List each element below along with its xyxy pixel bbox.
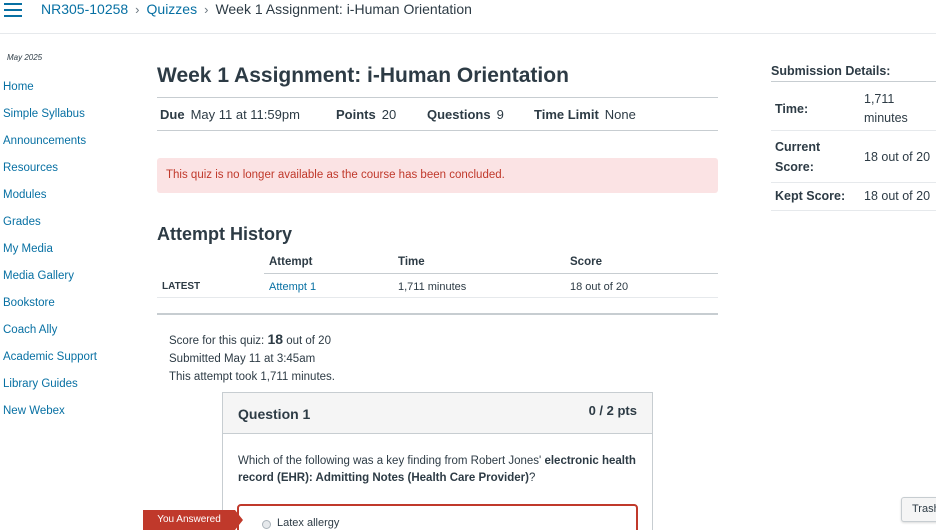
nav-item-modules[interactable]: Modules [3,187,97,214]
course-nav: Home Simple Syllabus Announcements Resou… [3,79,97,430]
attempt-1-link[interactable]: Attempt 1 [269,281,316,293]
question-text-end: ? [528,472,536,484]
kept-score-row: Kept Score: 18 out of 20 [771,183,936,211]
nav-item-coach-ally[interactable]: Coach Ally [3,322,97,349]
question-title: Question 1 [238,406,311,422]
breadcrumb-quizzes-link[interactable]: Quizzes [147,1,198,17]
questions-value: 9 [496,107,504,122]
nav-item-academic-support[interactable]: Academic Support [3,349,97,376]
attempt-time: 1,711 minutes [398,281,467,293]
nav-item-resources[interactable]: Resources [3,160,97,187]
points-label: Points [336,107,376,122]
quiz-summary: Score for this quiz: 18 out of 20 Submit… [169,330,335,386]
question-points: 0 / 2 pts [588,403,637,418]
time-limit-label: Time Limit [534,107,599,122]
attempt-score: 18 out of 20 [570,281,629,293]
question-card: Question 1 0 / 2 pts Which of the follow… [222,392,653,530]
submission-time-row: Time: 1,711 minutes [771,89,936,131]
nav-item-announcements[interactable]: Announcements [3,133,97,160]
question-text: Which of the following was a key finding… [238,453,643,487]
time-limit-value: None [604,107,636,122]
term-label: May 2025 [7,53,43,62]
question-text-plain: Which of the following was a key finding… [238,455,542,467]
due-label: Due [160,107,185,122]
submitted-line: Submitted May 11 at 3:45am [169,353,316,365]
nav-item-bookstore[interactable]: Bookstore [3,295,97,322]
questions-info: Questions 9 [427,107,504,122]
current-score-value: 18 out of 20 [864,150,931,164]
quiz-unavailable-alert: This quiz is no longer available as the … [157,158,718,193]
score-prefix: Score for this quiz: [169,335,265,347]
nav-item-library-guides[interactable]: Library Guides [3,376,97,403]
breadcrumb-separator-icon: › [204,1,209,17]
divider [157,313,718,315]
current-score-label-2: Score: [775,160,814,174]
questions-label: Questions [427,107,491,122]
column-header-score: Score [570,256,718,274]
time-value-1: 1,711 [864,92,895,106]
kept-score-value: 18 out of 20 [864,189,931,203]
hamburger-menu-icon[interactable] [4,3,22,17]
nav-item-my-media[interactable]: My Media [3,241,97,268]
nav-item-simple-syllabus[interactable]: Simple Syllabus [3,106,97,133]
table-row: LATEST Attempt 1 1,711 minutes 18 out of… [157,276,718,298]
column-header-attempt: Attempt [264,256,398,274]
current-score-label-1: Current [775,140,821,154]
nav-item-new-webex[interactable]: New Webex [3,403,97,430]
score-suffix: out of 20 [286,335,331,347]
breadcrumb-separator-icon: › [135,1,140,17]
due-value: May 11 at 11:59pm [190,107,300,122]
current-score-row: Current Score: 18 out of 20 [771,131,936,183]
nav-item-media-gallery[interactable]: Media Gallery [3,268,97,295]
submission-details-title: Submission Details: [771,64,936,82]
quiz-meta: Due May 11 at 11:59pm Points 20 Questions 9… [157,97,718,131]
duration-line: This attempt took 1,711 minutes. [169,371,335,383]
points-info: Points 20 [336,107,396,122]
points-value: 20 [381,107,397,122]
question-header: Question 1 0 / 2 pts [223,393,652,434]
breadcrumb: NR305-10258 › Quizzes › Week 1 Assignmen… [41,1,472,17]
answer-label: Latex allergy [277,517,340,529]
nav-item-grades[interactable]: Grades [3,214,97,241]
time-limit-info: Time Limit None [534,107,636,122]
kept-score-label: Kept Score: [775,189,846,203]
latest-label: LATEST [162,281,201,292]
column-header-time: Time [398,256,570,274]
score-value: 18 [267,331,284,347]
top-bar: NR305-10258 › Quizzes › Week 1 Assignmen… [0,0,936,34]
attempt-history-title: Attempt History [157,224,293,244]
page-title: Week 1 Assignment: i-Human Orientation [157,64,569,87]
you-answered-badge: You Answered [143,510,243,530]
trash-button[interactable]: Trash [901,497,936,522]
due-info: Due May 11 at 11:59pm [160,107,300,122]
time-label: Time: [775,102,809,116]
score-line: Score for this quiz: 18 out of 20 [169,330,335,350]
breadcrumb-course-link[interactable]: NR305-10258 [41,1,128,17]
radio-icon[interactable] [262,520,271,529]
answer-option[interactable]: Latex allergy [237,504,638,530]
breadcrumb-current: Week 1 Assignment: i-Human Orientation [215,1,472,17]
nav-item-home[interactable]: Home [3,79,97,106]
time-value-2: minutes [864,111,908,125]
